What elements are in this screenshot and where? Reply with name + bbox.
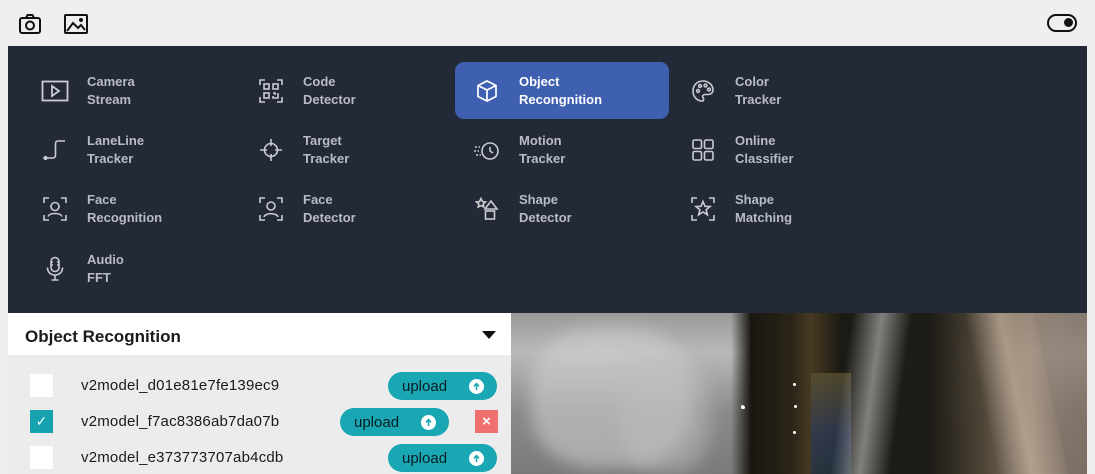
menu-item-shape-matching[interactable]: Shape Matching [671, 180, 885, 237]
model-row: v2model_d01e81e7fe139ec9 upload [8, 368, 511, 404]
menu-item-face-recognition[interactable]: Face Recognition [23, 180, 237, 237]
feed-light-dot [742, 406, 745, 409]
camera-feed [511, 313, 1087, 474]
upload-button-label: upload [402, 449, 448, 467]
menu-item-label: Target Tracker [303, 132, 350, 166]
toggle-knob [1064, 18, 1073, 27]
model-row: ✓ v2model_f7ac8386ab7da07b upload × [8, 404, 511, 440]
menu-item-camera-stream[interactable]: Camera Stream [23, 62, 237, 119]
object-recognition-panel: Object Recognition v2model_d01e81e7fe139… [8, 313, 511, 474]
microphone-icon [23, 240, 87, 297]
menu-item-laneline-tracker[interactable]: LaneLine Tracker [23, 121, 237, 178]
toggle-icon[interactable] [1047, 14, 1077, 32]
menu-item-label: Camera Stream [87, 73, 135, 107]
model-name: v2model_f7ac8386ab7da07b [81, 413, 280, 430]
model-name: v2model_e373773707ab4cdb [81, 449, 284, 466]
feed-light-dot [793, 431, 796, 434]
motion-icon [455, 121, 519, 178]
menu-item-label: Face Detector [303, 191, 356, 225]
lane-line-icon [23, 121, 87, 178]
face-scan-icon [23, 180, 87, 237]
menu-item-label: Color Tracker [735, 73, 782, 107]
panel-header: Object Recognition [8, 313, 511, 355]
menu-item-motion-tracker[interactable]: Motion Tracker [455, 121, 669, 178]
menu-item-target-tracker[interactable]: Target Tracker [239, 121, 453, 178]
upload-arrow-icon [421, 415, 436, 430]
model-checkbox[interactable] [30, 446, 53, 469]
menu-item-label: Online Classifier [735, 132, 794, 166]
menu-item-label: Code Detector [303, 73, 356, 107]
model-name: v2model_d01e81e7fe139ec9 [81, 377, 280, 394]
menu-item-label: Face Recognition [87, 191, 163, 225]
feed-glare [963, 313, 1069, 474]
delete-model-button[interactable]: × [475, 410, 498, 433]
menu-item-label: Shape Matching [735, 191, 793, 225]
palette-icon [671, 62, 735, 119]
menu-item-code-detector[interactable]: Code Detector [239, 62, 453, 119]
qr-code-icon [239, 62, 303, 119]
crosshair-icon [239, 121, 303, 178]
function-menu: Camera Stream Code Detector Object Recon… [8, 46, 1087, 313]
menu-item-shape-detector[interactable]: Shape Detector [455, 180, 669, 237]
shapes-icon [455, 180, 519, 237]
upload-arrow-icon [469, 451, 484, 466]
feed-glare [829, 313, 913, 474]
upload-button[interactable]: upload [388, 444, 497, 472]
collapse-triangle-icon[interactable] [482, 331, 496, 339]
model-checkbox[interactable]: ✓ [30, 410, 53, 433]
model-row: v2model_e373773707ab4cdb upload [8, 440, 511, 474]
upload-button[interactable]: upload [388, 372, 497, 400]
upload-button-label: upload [402, 377, 448, 395]
play-box-icon [23, 62, 87, 119]
feed-light-dot [793, 383, 796, 386]
menu-item-label: LaneLine Tracker [87, 132, 145, 166]
menu-item-label: Shape Detector [519, 191, 572, 225]
image-icon[interactable] [63, 11, 89, 37]
model-checkbox[interactable] [30, 374, 53, 397]
feed-glare [621, 353, 711, 473]
menu-item-color-tracker[interactable]: Color Tracker [671, 62, 885, 119]
top-toolbar [0, 0, 1095, 46]
menu-item-object-recognition[interactable]: Object Recongnition [455, 62, 669, 119]
face-frame-icon [239, 180, 303, 237]
feed-light-dot [794, 405, 797, 408]
star-frame-icon [671, 180, 735, 237]
menu-item-label: Motion Tracker [519, 132, 566, 166]
menu-item-label: Audio FFT [87, 251, 124, 285]
upload-button[interactable]: upload [340, 408, 449, 436]
camera-icon[interactable] [17, 11, 43, 37]
upload-arrow-icon [469, 379, 484, 394]
menu-item-face-detector[interactable]: Face Detector [239, 180, 453, 237]
cube-icon [455, 62, 519, 119]
menu-item-audio-fft[interactable]: Audio FFT [23, 240, 237, 297]
menu-item-label: Object Recongnition [519, 73, 603, 107]
upload-button-label: upload [354, 413, 400, 431]
menu-item-online-classifier[interactable]: Online Classifier [671, 121, 885, 178]
grid-squares-icon [671, 121, 735, 178]
panel-title: Object Recognition [25, 327, 181, 346]
